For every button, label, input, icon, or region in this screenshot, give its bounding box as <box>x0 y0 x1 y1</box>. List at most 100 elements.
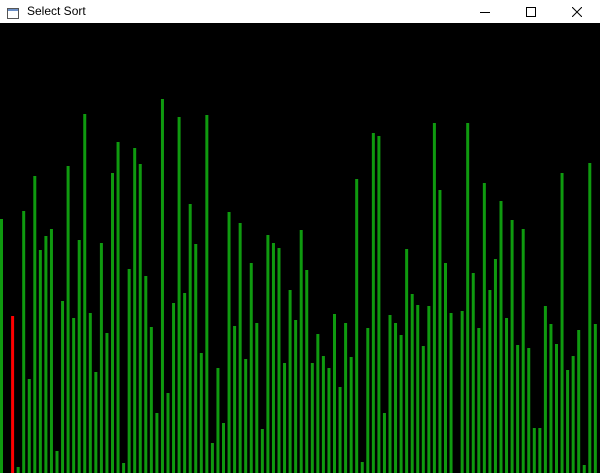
bar <box>482 183 486 473</box>
bar <box>466 123 470 473</box>
bar <box>527 348 531 473</box>
bar <box>155 413 159 473</box>
bar <box>166 393 170 473</box>
bar <box>355 179 359 473</box>
bar <box>449 313 453 473</box>
bar <box>382 413 386 473</box>
title-bar[interactable]: Select Sort <box>0 0 600 23</box>
app-window-icon <box>7 6 19 19</box>
bar <box>55 451 59 473</box>
bar <box>260 429 264 473</box>
bar <box>510 220 514 473</box>
bar <box>149 327 153 473</box>
bar <box>593 324 597 473</box>
bar <box>394 323 398 473</box>
bar <box>188 204 192 473</box>
bar <box>111 173 114 473</box>
bar <box>538 428 542 473</box>
bar <box>333 314 336 473</box>
active-bar <box>11 316 15 473</box>
window-title: Select Sort <box>27 4 86 18</box>
bar <box>438 190 442 473</box>
bar <box>493 259 497 473</box>
bar <box>183 293 187 473</box>
bar <box>88 313 92 473</box>
bar <box>360 462 364 473</box>
bar <box>27 379 31 473</box>
bar <box>122 463 126 473</box>
bar <box>499 201 503 473</box>
bar <box>377 136 381 473</box>
bar <box>266 235 270 473</box>
bar <box>61 301 65 473</box>
bar <box>16 467 20 473</box>
bar <box>316 334 320 473</box>
close-button[interactable] <box>554 0 600 23</box>
bar <box>460 311 464 473</box>
bar <box>299 230 303 473</box>
bar <box>549 324 553 473</box>
bar <box>127 269 131 473</box>
bar <box>194 244 198 473</box>
bar <box>116 142 120 473</box>
bar <box>105 333 109 473</box>
bar <box>410 294 414 473</box>
bar <box>577 330 581 473</box>
bar <box>222 423 225 473</box>
bar <box>338 387 342 473</box>
bar <box>33 176 37 473</box>
bar <box>421 346 425 473</box>
bar <box>560 173 564 473</box>
bar <box>205 115 209 473</box>
bar <box>566 370 570 473</box>
bar <box>172 303 176 473</box>
bar <box>310 363 314 473</box>
bar <box>427 306 431 473</box>
bar <box>327 368 331 473</box>
bar <box>288 290 292 473</box>
bar <box>444 263 447 473</box>
bar <box>349 357 353 473</box>
bar <box>294 320 298 473</box>
bar <box>582 465 586 473</box>
bars-chart <box>0 99 597 473</box>
bar <box>516 345 520 473</box>
bar <box>216 368 220 473</box>
bar <box>244 359 248 473</box>
maximize-icon <box>526 6 536 17</box>
bar <box>249 263 253 473</box>
minimize-button[interactable] <box>462 0 508 23</box>
bar <box>505 318 509 473</box>
bar <box>543 306 547 473</box>
bar <box>133 148 137 473</box>
bar <box>144 276 148 473</box>
close-icon <box>572 6 582 17</box>
bar <box>233 326 237 473</box>
bar <box>72 318 76 473</box>
maximize-button[interactable] <box>508 0 554 23</box>
bar <box>0 219 3 473</box>
bar <box>138 164 142 473</box>
bar <box>199 353 203 473</box>
bar <box>227 212 231 473</box>
bar <box>44 236 48 473</box>
bar <box>521 229 525 473</box>
bar <box>22 211 26 473</box>
bar <box>388 315 392 473</box>
bar <box>471 273 475 473</box>
bar <box>177 117 181 473</box>
app-window: Select Sort <box>0 0 600 473</box>
bar <box>49 229 53 473</box>
bar <box>488 290 492 473</box>
bar <box>277 248 281 473</box>
bar <box>344 323 348 473</box>
bar <box>238 223 242 473</box>
bar <box>571 356 575 473</box>
window-controls <box>462 0 600 23</box>
bar <box>532 428 536 473</box>
bar <box>416 305 420 473</box>
bar <box>405 249 409 473</box>
bar <box>94 372 98 473</box>
bar <box>555 344 558 473</box>
sort-visualization-canvas <box>0 23 600 473</box>
